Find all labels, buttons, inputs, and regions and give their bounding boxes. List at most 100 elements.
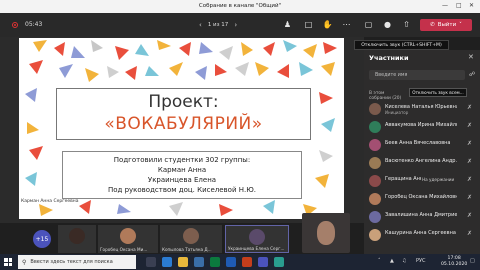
avatar bbox=[69, 228, 85, 244]
network-icon[interactable]: ▲ bbox=[390, 258, 394, 264]
participant-name: Геращина Анна Юр... bbox=[385, 176, 421, 182]
avatar bbox=[369, 229, 381, 241]
participant-name: Кашурина Анна Сергеевна bbox=[385, 230, 456, 236]
prev-slide-icon[interactable]: ‹ bbox=[199, 21, 202, 29]
mic-off-icon: ✗ bbox=[467, 122, 473, 129]
volume-icon[interactable]: ♫ bbox=[402, 258, 406, 264]
more-icon[interactable]: ⋯ bbox=[341, 19, 352, 30]
participant-row[interactable]: Кашурина Анна Сергеевна ✗ bbox=[369, 228, 477, 242]
mic-off-icon: ✗ bbox=[467, 212, 473, 219]
participant-row[interactable]: Киселева Наталья Юрьевна Инициатор ✗ bbox=[369, 102, 477, 116]
meeting-toolbar: 05:43 ‹ 1 из 17 › ♟ □ ✋ ⋯ ▢ ● ⇧ ✆ Выйти … bbox=[0, 13, 480, 37]
panel-title: Участники bbox=[369, 54, 409, 62]
search-icon: ⚲ bbox=[22, 258, 27, 266]
participant-row[interactable]: Аввакумова Ирина Михайло... ✗ bbox=[369, 120, 477, 134]
on-hold-tag: На удержании bbox=[422, 177, 455, 182]
maximize-icon[interactable]: □ bbox=[456, 2, 462, 9]
participant-name: Горобец Оксана Михайловна bbox=[385, 194, 457, 200]
video-tile-active[interactable]: Украинцева Елена Серг... bbox=[225, 225, 289, 253]
participants-panel: Участники ✕ Введите имя ☍ В этом собрани… bbox=[364, 50, 480, 254]
chat-icon[interactable]: □ bbox=[303, 19, 314, 30]
participants-icon[interactable]: ♟ bbox=[282, 19, 293, 30]
microphone-icon[interactable]: ● bbox=[382, 19, 393, 30]
participant-row[interactable]: Васютенко Ангелина Андр... ✗ bbox=[369, 156, 477, 170]
mic-off-icon: ✗ bbox=[467, 140, 473, 147]
raise-hand-icon[interactable]: ✋ bbox=[322, 19, 333, 30]
avatar bbox=[369, 157, 381, 169]
excel-icon[interactable] bbox=[210, 257, 220, 267]
window-title: Собрание в канале "Общий" bbox=[198, 3, 282, 9]
avatar bbox=[249, 229, 265, 245]
close-icon[interactable]: ✕ bbox=[469, 2, 474, 9]
chevron-down-icon: ˅ bbox=[459, 22, 462, 28]
presentation-slide: Проект: «ВОКАБУЛЯРИЙ» Подготовили студен… bbox=[19, 38, 344, 219]
taskbar-search-placeholder: Ввести здесь текст для поиска bbox=[30, 259, 113, 265]
slide-subtitle-box: Подготовили студентки 302 группы: Карман… bbox=[62, 151, 302, 199]
task-view-icon[interactable] bbox=[146, 257, 156, 267]
mic-off-icon: ✗ bbox=[467, 176, 473, 183]
window-titlebar: Собрание в канале "Общий" — □ ✕ bbox=[0, 0, 480, 13]
slide-title-line1: Проект: bbox=[148, 92, 219, 112]
mic-off-icon: ✗ bbox=[467, 230, 473, 237]
slide-sub-line: Под руководством доц. Киселевой Н.Ю. bbox=[107, 186, 257, 194]
mic-off-icon: ✗ bbox=[467, 104, 473, 111]
participant-row[interactable]: Завалишина Анна Дмитриев... ✗ bbox=[369, 210, 477, 224]
in-meeting-label: В этом собрании (20) bbox=[369, 91, 402, 101]
camera-icon[interactable]: ▢ bbox=[363, 19, 374, 30]
taskbar-clock[interactable]: 17:08 05.10.2020 bbox=[441, 256, 467, 268]
participant-role: Инициатор bbox=[385, 110, 409, 115]
share-screen-icon[interactable]: ⇧ bbox=[401, 19, 412, 30]
mute-tooltip: Отключить звук (CTRL+SHIFT+M) bbox=[354, 40, 449, 50]
phone-icon: ✆ bbox=[430, 22, 435, 28]
participant-row[interactable]: Геращина Анна Юр... На удержании ✗ bbox=[369, 174, 477, 188]
avatar bbox=[369, 121, 381, 133]
video-tile-name: Копылова Татьяна Д... bbox=[162, 247, 212, 252]
self-camera-preview bbox=[302, 213, 350, 253]
leave-button[interactable]: ✆ Выйти ˅ bbox=[420, 19, 472, 31]
close-panel-icon[interactable]: ✕ bbox=[468, 53, 474, 61]
share-invite-icon[interactable]: ☍ bbox=[469, 71, 475, 78]
participant-name: Васютенко Ангелина Андр... bbox=[385, 158, 457, 164]
avatar bbox=[369, 139, 381, 151]
mic-off-icon: ✗ bbox=[467, 194, 473, 201]
slide-title-line2: «ВОКАБУЛЯРИЙ» bbox=[104, 114, 263, 134]
self-video-face bbox=[317, 221, 335, 245]
teams-icon[interactable] bbox=[258, 257, 268, 267]
language-icon[interactable]: РУС bbox=[416, 258, 426, 264]
participant-row[interactable]: Беев Анна Вячеславовна ✗ bbox=[369, 138, 477, 152]
avatar bbox=[369, 103, 381, 115]
taskbar-search[interactable]: ⚲ Ввести здесь текст для поиска bbox=[18, 255, 136, 269]
more-participants-badge[interactable]: +15 bbox=[33, 230, 51, 248]
presenter-label: Карман Анна Сергеевна bbox=[21, 199, 79, 204]
slide-pager: ‹ 1 из 17 › bbox=[199, 20, 237, 30]
avatar bbox=[369, 175, 381, 187]
windows-start-icon[interactable] bbox=[4, 258, 12, 266]
video-tile[interactable]: Копылова Татьяна Д... bbox=[160, 225, 222, 253]
next-slide-icon[interactable]: › bbox=[234, 21, 237, 29]
word-icon[interactable] bbox=[226, 257, 236, 267]
powerpoint-icon[interactable] bbox=[242, 257, 252, 267]
invite-input[interactable]: Введите имя bbox=[369, 70, 465, 80]
video-tile[interactable]: Горобец Оксана Ми... bbox=[98, 225, 158, 253]
avatar bbox=[120, 228, 136, 244]
notifications-icon[interactable]: □ bbox=[470, 258, 475, 264]
meeting-timer: 05:43 bbox=[25, 21, 43, 28]
slide-sub-line: Украинцева Елена bbox=[147, 176, 217, 184]
edge-icon[interactable] bbox=[162, 257, 172, 267]
participant-row[interactable]: Горобец Оксана Михайловна ✗ bbox=[369, 192, 477, 206]
clock-date: 05.10.2020 bbox=[441, 262, 468, 267]
recording-icon bbox=[12, 22, 18, 28]
video-tile[interactable] bbox=[58, 225, 96, 253]
slide-sub-line: Карман Анна bbox=[157, 166, 207, 174]
participant-name: Беев Анна Вячеславовна bbox=[385, 140, 451, 146]
minimize-icon[interactable]: — bbox=[442, 2, 448, 9]
explorer-icon[interactable] bbox=[178, 257, 188, 267]
tray-chevron-icon[interactable]: ˄ bbox=[378, 258, 381, 264]
app-icon[interactable] bbox=[274, 257, 284, 267]
video-tile-name: Горобец Оксана Ми... bbox=[100, 247, 148, 252]
avatar bbox=[369, 193, 381, 205]
avatar bbox=[369, 211, 381, 223]
store-icon[interactable] bbox=[194, 257, 204, 267]
slide-sub-line: Подготовили студентки 302 группы: bbox=[113, 156, 251, 164]
mute-all-button[interactable]: Отключить звук всем... bbox=[409, 88, 467, 97]
